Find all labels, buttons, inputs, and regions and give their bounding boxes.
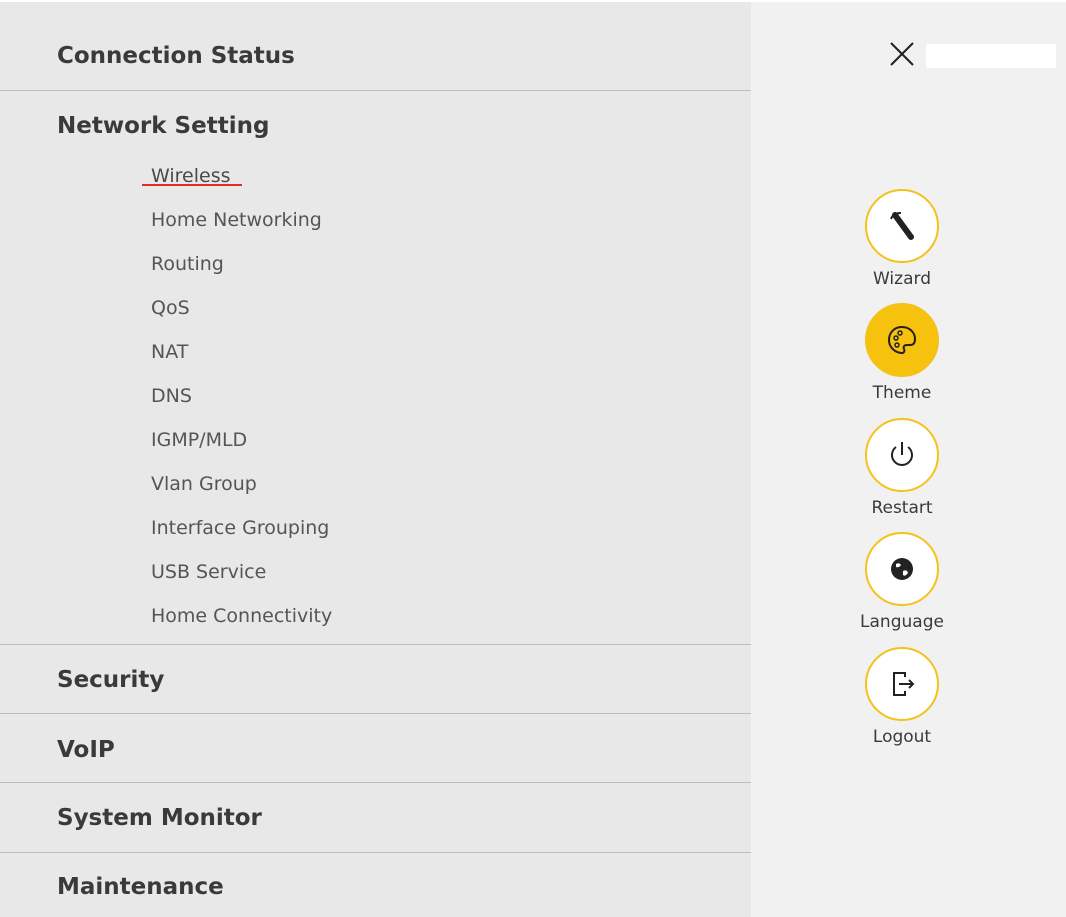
divider: [0, 852, 751, 853]
restart-circle: [865, 418, 939, 492]
submenu-home-networking[interactable]: Home Networking: [151, 209, 322, 231]
restart-button[interactable]: Restart: [852, 418, 952, 518]
wizard-circle: [865, 189, 939, 263]
language-button[interactable]: Language: [852, 532, 952, 632]
theme-button[interactable]: Theme: [852, 303, 952, 403]
divider: [0, 713, 751, 714]
language-label: Language: [860, 612, 944, 632]
menu-security[interactable]: Security: [0, 667, 751, 693]
logout-circle: [865, 647, 939, 721]
theme-circle: [865, 303, 939, 377]
submenu-dns[interactable]: DNS: [151, 385, 192, 407]
submenu-usb-service[interactable]: USB Service: [151, 561, 266, 583]
menu-system-monitor[interactable]: System Monitor: [0, 805, 751, 831]
submenu-vlan-group[interactable]: Vlan Group: [151, 473, 257, 495]
menu-connection-status[interactable]: Connection Status: [0, 43, 751, 69]
logout-button[interactable]: Logout: [852, 647, 952, 747]
submenu-home-connectivity[interactable]: Home Connectivity: [151, 605, 332, 627]
menu-voip[interactable]: VoIP: [0, 737, 751, 763]
submenu-interface-grouping[interactable]: Interface Grouping: [151, 517, 329, 539]
power-icon: [891, 442, 913, 466]
menu-network-setting[interactable]: Network Setting: [0, 113, 751, 139]
submenu-nat[interactable]: NAT: [151, 341, 188, 363]
divider: [0, 782, 751, 783]
globe-icon: [891, 558, 913, 580]
navigation-menu: [0, 2, 751, 917]
menu-maintenance[interactable]: Maintenance: [0, 874, 751, 900]
language-circle: [865, 532, 939, 606]
top-bar: [926, 44, 1056, 68]
close-icon: [890, 42, 914, 66]
submenu-qos[interactable]: QoS: [151, 297, 190, 319]
divider: [0, 90, 751, 91]
wizard-button[interactable]: Wizard: [852, 189, 952, 289]
logout-label: Logout: [872, 727, 932, 747]
theme-label: Theme: [872, 383, 932, 403]
close-button[interactable]: [885, 37, 919, 71]
wizard-icon: [890, 212, 914, 240]
palette-icon: [887, 325, 917, 355]
submenu-routing[interactable]: Routing: [151, 253, 224, 275]
logout-icon: [893, 672, 915, 696]
wizard-label: Wizard: [873, 269, 931, 289]
submenu-igmp-mld[interactable]: IGMP/MLD: [151, 429, 247, 451]
restart-label: Restart: [871, 498, 933, 518]
active-underline: [142, 184, 242, 186]
divider: [0, 644, 751, 645]
